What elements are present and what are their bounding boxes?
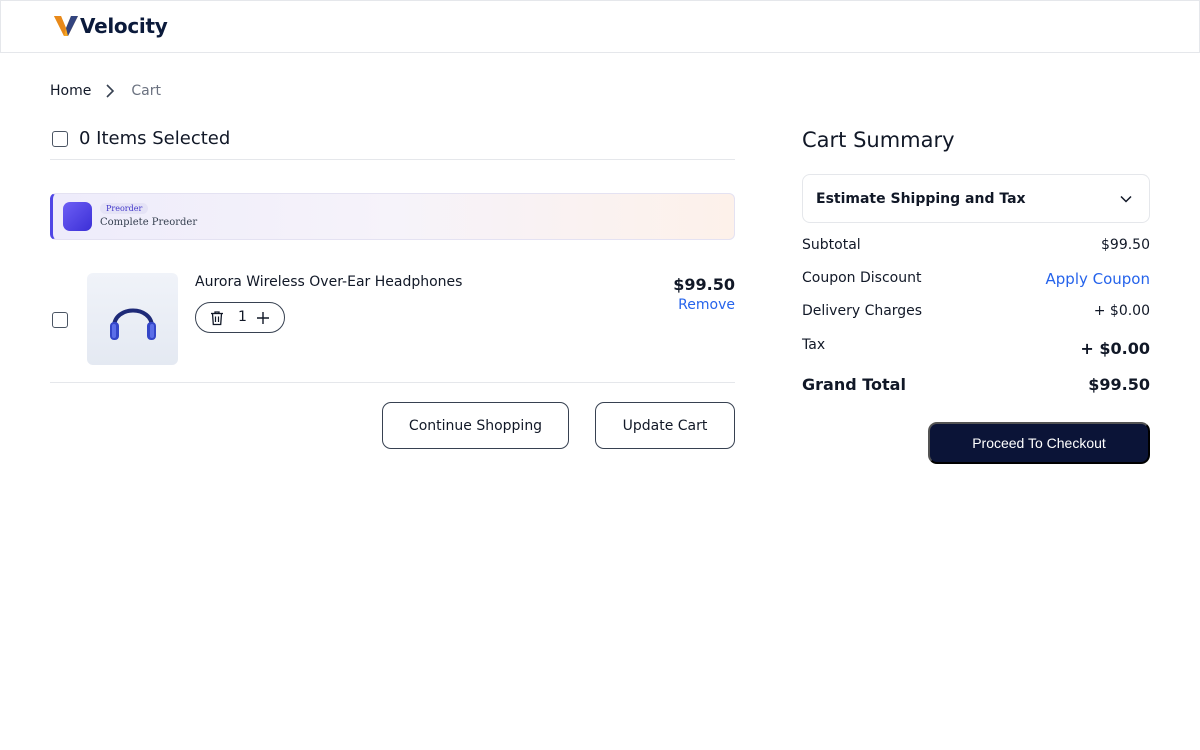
preorder-tag: Preorder bbox=[100, 203, 149, 214]
breadcrumb: Home Cart bbox=[50, 80, 161, 102]
continue-shopping-button[interactable]: Continue Shopping bbox=[382, 402, 569, 449]
brand-logo[interactable]: Velocity bbox=[53, 13, 168, 39]
summary-subtotal-row: Subtotal $99.50 bbox=[802, 237, 1150, 253]
quantity-stepper: 1 bbox=[195, 302, 285, 333]
grand-total-label: Grand Total bbox=[802, 375, 906, 394]
brand-name: Velocity bbox=[80, 14, 168, 38]
preorder-banner: Preorder Complete Preorder bbox=[50, 193, 735, 240]
item-price: $99.50 bbox=[673, 275, 735, 294]
estimate-shipping-label: Estimate Shipping and Tax bbox=[816, 190, 1026, 207]
site-header: Velocity bbox=[0, 0, 1200, 53]
quantity-value[interactable]: 1 bbox=[238, 309, 247, 325]
subtotal-value: $99.50 bbox=[1101, 237, 1150, 253]
product-image[interactable] bbox=[87, 273, 178, 365]
coupon-label: Coupon Discount bbox=[802, 270, 922, 286]
trash-icon[interactable] bbox=[209, 310, 225, 326]
cart-summary-title: Cart Summary bbox=[802, 128, 955, 152]
chevron-right-icon bbox=[105, 84, 115, 98]
delivery-value: + $0.00 bbox=[1093, 303, 1150, 319]
grand-total-value: $99.50 bbox=[1088, 375, 1150, 394]
items-selected-label: 0 Items Selected bbox=[79, 128, 231, 149]
headphones-icon bbox=[109, 308, 156, 340]
select-all-bar: 0 Items Selected bbox=[50, 127, 735, 160]
preorder-text: Complete Preorder bbox=[100, 217, 198, 228]
summary-delivery-row: Delivery Charges + $0.00 bbox=[802, 303, 1150, 319]
item-select-checkbox[interactable] bbox=[52, 312, 68, 328]
update-cart-button[interactable]: Update Cart bbox=[595, 402, 735, 449]
tax-value: + $0.00 bbox=[1080, 339, 1150, 358]
delivery-label: Delivery Charges bbox=[802, 303, 923, 319]
breadcrumb-current: Cart bbox=[131, 83, 161, 99]
product-name-link[interactable]: Aurora Wireless Over-Ear Headphones bbox=[195, 274, 462, 290]
cart-item-row: Aurora Wireless Over-Ear Headphones 1 $9… bbox=[50, 262, 735, 383]
chevron-down-icon bbox=[1120, 195, 1132, 203]
proceed-to-checkout-button[interactable]: Proceed To Checkout bbox=[928, 422, 1150, 464]
remove-item-link[interactable]: Remove bbox=[678, 297, 735, 313]
summary-tax-row: Tax + $0.00 bbox=[802, 337, 1150, 358]
preorder-icon bbox=[63, 202, 92, 231]
estimate-shipping-accordion[interactable]: Estimate Shipping and Tax bbox=[802, 174, 1150, 223]
summary-coupon-row: Coupon Discount Apply Coupon bbox=[802, 270, 1150, 288]
summary-grand-total-row: Grand Total $99.50 bbox=[802, 375, 1150, 394]
apply-coupon-link[interactable]: Apply Coupon bbox=[1046, 270, 1150, 288]
select-all-checkbox[interactable] bbox=[52, 131, 68, 147]
tax-label: Tax bbox=[802, 337, 826, 353]
breadcrumb-home-link[interactable]: Home bbox=[50, 83, 91, 99]
subtotal-label: Subtotal bbox=[802, 237, 861, 253]
velocity-logo-icon bbox=[54, 16, 78, 36]
plus-icon[interactable] bbox=[255, 310, 271, 326]
